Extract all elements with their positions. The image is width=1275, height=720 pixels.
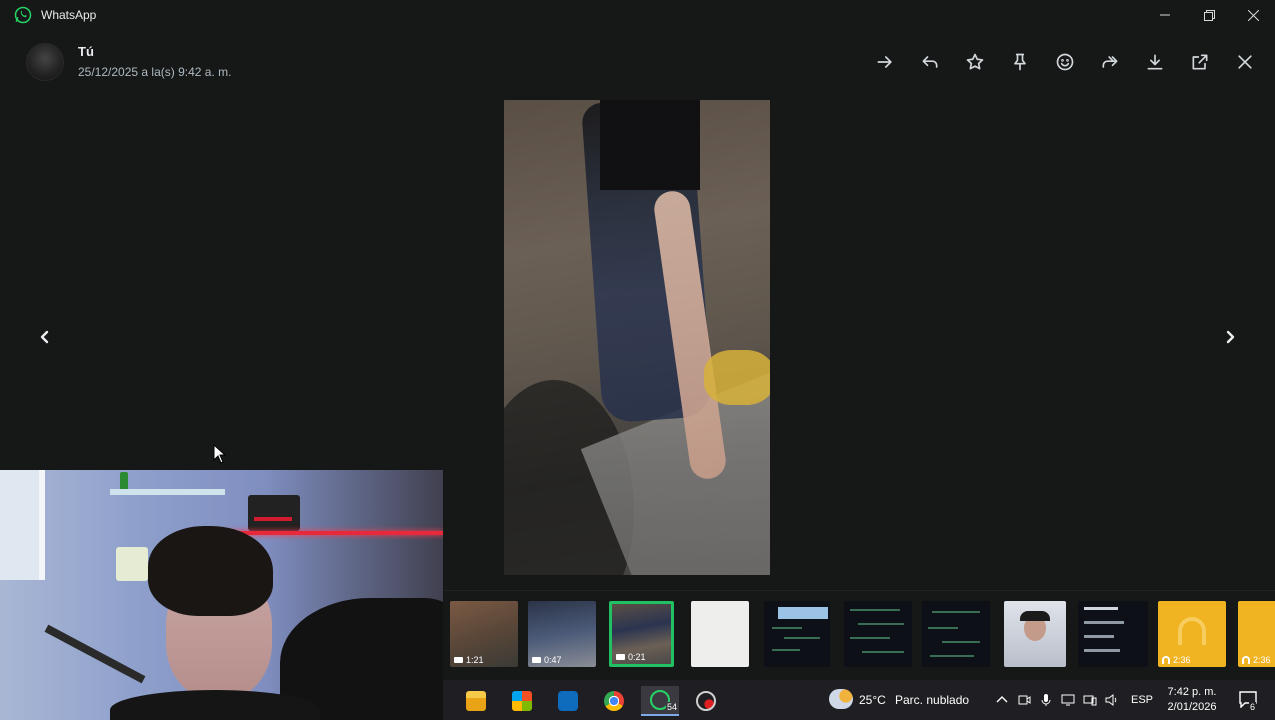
- title-bar: WhatsApp: [0, 0, 1275, 30]
- weather-description[interactable]: Parc. nublado: [895, 693, 969, 707]
- thumbnail-video[interactable]: 1:21: [450, 601, 518, 667]
- clock-time: 7:42 p. m.: [1167, 686, 1217, 698]
- thumbnail-duration: 2:36: [1253, 655, 1271, 665]
- pin-button[interactable]: [1008, 50, 1032, 74]
- thumbnail-image[interactable]: [922, 601, 990, 667]
- thumbnail-audio[interactable]: 2:36: [1158, 601, 1226, 667]
- weather-icon[interactable]: [829, 689, 853, 709]
- video-camera-icon: [532, 657, 541, 663]
- video-camera-icon: [616, 654, 625, 660]
- microphone-icon[interactable]: [1039, 693, 1053, 707]
- previous-media-button[interactable]: [34, 326, 56, 348]
- thumbnail-duration: 1:21: [466, 655, 484, 665]
- weather-temperature[interactable]: 25°C: [859, 693, 886, 707]
- next-media-button[interactable]: [1219, 326, 1241, 348]
- react-emoji-icon: [1056, 53, 1074, 71]
- media-thumbnail-strip: 1:21 0:47 0:21 2:36 2:36: [444, 590, 1275, 676]
- pin-icon: [1014, 53, 1026, 71]
- restore-icon: [1203, 9, 1215, 21]
- go-to-message-button[interactable]: [873, 50, 897, 74]
- media-shirt: [600, 100, 700, 190]
- network-icon[interactable]: [1061, 693, 1075, 707]
- media-yellow-object: [704, 350, 770, 405]
- thumbnail-image[interactable]: [1078, 601, 1148, 667]
- meet-now-icon[interactable]: [1017, 693, 1031, 707]
- show-hidden-icons-chevron-up-icon[interactable]: [995, 693, 1009, 707]
- thumbnail-audio[interactable]: 2:36: [1238, 601, 1275, 667]
- thumbnail-image[interactable]: [691, 601, 749, 667]
- webcam-overlay: [0, 470, 443, 720]
- reply-icon: [922, 56, 938, 68]
- video-camera-icon: [454, 657, 463, 663]
- thumbnail-image[interactable]: [844, 601, 912, 667]
- thumbnail-image[interactable]: [1004, 601, 1066, 667]
- star-icon: [966, 53, 984, 70]
- viewer-actions: [873, 50, 1257, 74]
- input-language[interactable]: ESP: [1131, 694, 1153, 706]
- system-clock[interactable]: 7:42 p. m. 2/01/2026: [1159, 685, 1225, 715]
- close-icon: [1247, 9, 1259, 21]
- chevron-left-icon: [40, 330, 49, 344]
- media-video-frame[interactable]: [504, 100, 770, 575]
- media-viewer-header: Tú 25/12/2025 a la(s) 9:42 a. m.: [0, 34, 1275, 94]
- star-button[interactable]: [963, 50, 987, 74]
- taskbar-file-explorer[interactable]: [457, 686, 495, 716]
- sender-name: Tú: [78, 44, 94, 59]
- download-icon: [1147, 54, 1163, 70]
- thumbnail-duration: 0:21: [628, 652, 646, 662]
- close-viewer-button[interactable]: [1233, 50, 1257, 74]
- recorder-icon: [696, 691, 716, 711]
- thumbnail-image[interactable]: [764, 601, 830, 667]
- minimize-icon: [1160, 14, 1170, 16]
- microsoft-store-icon: [512, 691, 532, 711]
- open-external-button[interactable]: [1188, 50, 1212, 74]
- windows-taskbar: 54 25°C Parc. nublado ESP 7:42 p. m. 2/0…: [443, 680, 1275, 720]
- taskbar-whatsapp[interactable]: 54: [641, 686, 679, 716]
- chrome-icon: [604, 691, 624, 711]
- close-window-button[interactable]: [1231, 0, 1275, 30]
- notification-count: 6: [1249, 702, 1257, 712]
- mouse-cursor-icon: [213, 444, 227, 464]
- thumbnail-duration: 2:36: [1173, 655, 1191, 665]
- display-icon[interactable]: [1083, 693, 1097, 707]
- minimize-button[interactable]: [1143, 0, 1187, 30]
- reply-button[interactable]: [918, 50, 942, 74]
- chevron-right-icon: [1226, 330, 1235, 344]
- react-button[interactable]: [1053, 50, 1077, 74]
- file-explorer-icon: [466, 691, 486, 711]
- restore-button[interactable]: [1187, 0, 1231, 30]
- headphones-icon: [1242, 656, 1250, 664]
- taskbar-outlook[interactable]: [549, 686, 587, 716]
- whatsapp-logo-icon: [14, 6, 32, 24]
- forward-button[interactable]: [1098, 50, 1122, 74]
- taskbar-microsoft-store[interactable]: [503, 686, 541, 716]
- taskbar-chrome[interactable]: [595, 686, 633, 716]
- download-button[interactable]: [1143, 50, 1167, 74]
- message-timestamp: 25/12/2025 a la(s) 9:42 a. m.: [78, 65, 232, 79]
- outlook-icon: [558, 691, 578, 711]
- avatar[interactable]: [26, 43, 64, 81]
- volume-icon[interactable]: [1105, 693, 1119, 707]
- thumbnail-video-selected[interactable]: 0:21: [609, 601, 674, 667]
- headphones-icon: [1162, 656, 1170, 664]
- go-to-message-icon: [877, 56, 892, 68]
- forward-icon: [1102, 56, 1118, 68]
- thumbnail-duration: 0:47: [544, 655, 562, 665]
- clock-date: 2/01/2026: [1167, 701, 1217, 713]
- app-title: WhatsApp: [41, 8, 97, 22]
- whatsapp-unread-badge: 54: [665, 702, 678, 712]
- taskbar-recorder[interactable]: [687, 686, 725, 716]
- open-external-icon: [1192, 54, 1208, 70]
- thumbnail-video[interactable]: 0:47: [528, 601, 596, 667]
- close-viewer-icon: [1238, 55, 1252, 69]
